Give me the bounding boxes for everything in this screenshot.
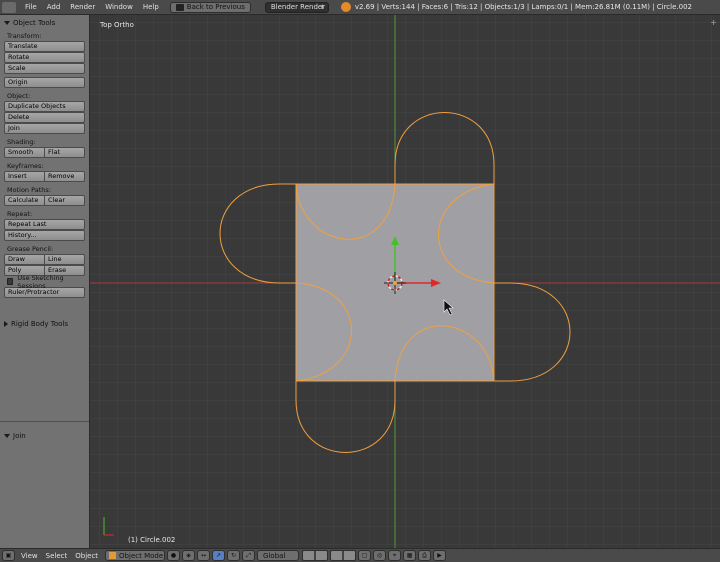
collapse-triangle-icon xyxy=(4,20,10,25)
object-tools-header[interactable]: Object Tools xyxy=(4,17,85,28)
last-operator-panel: Join xyxy=(0,421,89,548)
viewport-shading-icon[interactable]: ● xyxy=(167,550,181,561)
editor-type-icon[interactable] xyxy=(2,1,16,13)
rotate-button[interactable]: Rotate xyxy=(4,52,85,63)
calculate-button[interactable]: Calculate xyxy=(4,195,45,206)
object-origin-dot xyxy=(393,281,397,285)
grease-pencil-label: Grease Pencil: xyxy=(7,245,54,253)
back-to-previous-label: Back to Previous xyxy=(186,3,245,11)
collapse-triangle-icon xyxy=(4,433,10,438)
snap-toggle-icon[interactable]: ⌖ xyxy=(388,550,402,561)
menu-window[interactable]: Window xyxy=(100,3,138,11)
repeat-label: Repeat: xyxy=(7,210,33,218)
tool-shelf: Object Tools Transform: Translate Rotate… xyxy=(0,15,90,548)
insert-keyframe-button[interactable]: Insert xyxy=(4,171,45,182)
shading-row: Smooth Flat xyxy=(4,147,85,158)
object-label: Object: xyxy=(7,92,31,100)
menu-help[interactable]: Help xyxy=(138,3,164,11)
blender-logo-icon xyxy=(340,2,351,12)
menu-select[interactable]: Select xyxy=(42,552,72,560)
use-sketching-sessions-toggle[interactable]: Use Sketching Sessions xyxy=(4,274,85,290)
scale-button[interactable]: Scale xyxy=(4,63,85,74)
join-button[interactable]: Join xyxy=(4,123,85,134)
motion-paths-row: Calculate Clear xyxy=(4,195,85,206)
motion-paths-label: Motion Paths: xyxy=(7,186,51,194)
editor-type-3d-icon[interactable]: ▣ xyxy=(2,550,15,561)
grease-row-1: Draw Line xyxy=(4,254,85,265)
render-engine-label: Blender Render xyxy=(270,3,326,11)
menu-add[interactable]: Add xyxy=(42,3,66,11)
translate-button[interactable]: Translate xyxy=(4,41,85,52)
menu-render[interactable]: Render xyxy=(65,3,100,11)
scale-manipulator-icon[interactable]: ⤢ xyxy=(242,550,256,561)
transform-orientation-select[interactable]: Global xyxy=(257,550,300,561)
view-name-label: Top Ortho xyxy=(100,21,134,29)
layer-buttons[interactable] xyxy=(302,550,357,561)
snap-element-icon[interactable]: ▦ xyxy=(403,550,417,561)
interaction-mode-select[interactable]: Object Mode xyxy=(105,550,166,561)
expand-triangle-icon xyxy=(4,320,8,327)
shading-label: Shading: xyxy=(7,138,36,146)
menu-file[interactable]: File xyxy=(20,3,42,11)
checkbox-icon[interactable] xyxy=(7,278,14,285)
join-operator-header[interactable]: Join xyxy=(4,430,85,441)
render-animation-icon[interactable]: ▶ xyxy=(433,550,447,561)
delete-button[interactable]: Delete xyxy=(4,112,85,123)
back-to-previous-button[interactable]: Back to Previous xyxy=(169,1,251,13)
viewport-split-corner-icon[interactable]: + xyxy=(710,18,717,27)
keyframes-row: Insert Remove xyxy=(4,171,85,182)
origin-button[interactable]: Origin xyxy=(4,77,85,88)
lock-layers-icon[interactable]: ▢ xyxy=(358,550,372,561)
menu-object[interactable]: Object xyxy=(71,552,102,560)
layer-block-2[interactable] xyxy=(330,550,357,561)
viewport-canvas[interactable] xyxy=(90,15,720,548)
object-tools-panel: Object Tools Transform: Translate Rotate… xyxy=(0,15,89,298)
rigid-body-tools-title: Rigid Body Tools xyxy=(11,319,69,328)
screen-back-icon xyxy=(175,3,184,11)
transform-orientation-label: Global xyxy=(263,551,286,560)
render-engine-select[interactable]: Blender Render ⬍ xyxy=(264,1,329,13)
3d-view-header: ▣ View Select Object Object Mode ● ◈ ↔ ↗… xyxy=(0,548,720,562)
keyframes-label: Keyframes: xyxy=(7,162,44,170)
manipulator-toggle-icon[interactable]: ↔ xyxy=(197,550,211,561)
layer-block-1[interactable] xyxy=(302,550,329,561)
rotate-manipulator-icon[interactable]: ↻ xyxy=(227,550,241,561)
repeat-last-button[interactable]: Repeat Last xyxy=(4,219,85,230)
object-mode-cube-icon xyxy=(109,552,117,559)
main-menu: File Add Render Window Help xyxy=(20,3,164,11)
draw-button[interactable]: Draw xyxy=(4,254,45,265)
clear-button[interactable]: Clear xyxy=(45,195,85,206)
updown-arrows-icon: ⬍ xyxy=(319,3,325,11)
menu-view[interactable]: View xyxy=(17,552,42,560)
pivot-point-icon[interactable]: ◈ xyxy=(182,550,196,561)
smooth-button[interactable]: Smooth xyxy=(4,147,45,158)
info-header: File Add Render Window Help Back to Prev… xyxy=(0,0,720,15)
line-button[interactable]: Line xyxy=(45,254,85,265)
rigid-body-tools-header[interactable]: Rigid Body Tools xyxy=(4,318,68,329)
render-preview-icon[interactable]: ⎙ xyxy=(418,550,432,561)
flat-button[interactable]: Flat xyxy=(45,147,85,158)
scene-stats: v2.69 | Verts:144 | Faces:6 | Tris:12 | … xyxy=(354,3,692,11)
view-header-menu: View Select Object xyxy=(17,552,102,560)
interaction-mode-label: Object Mode xyxy=(119,551,164,560)
object-info-label: (1) Circle.002 xyxy=(128,536,176,544)
history-button[interactable]: History... xyxy=(4,230,85,241)
translate-manipulator-icon[interactable]: ↗ xyxy=(212,550,226,561)
transform-label: Transform: xyxy=(7,32,42,40)
remove-keyframe-button[interactable]: Remove xyxy=(45,171,85,182)
join-operator-title: Join xyxy=(13,431,26,440)
proportional-edit-icon[interactable]: ◎ xyxy=(373,550,387,561)
duplicate-objects-button[interactable]: Duplicate Objects xyxy=(4,101,85,112)
3d-viewport[interactable]: Top Ortho (1) Circle.002 + xyxy=(90,15,720,548)
object-tools-title: Object Tools xyxy=(13,18,56,27)
